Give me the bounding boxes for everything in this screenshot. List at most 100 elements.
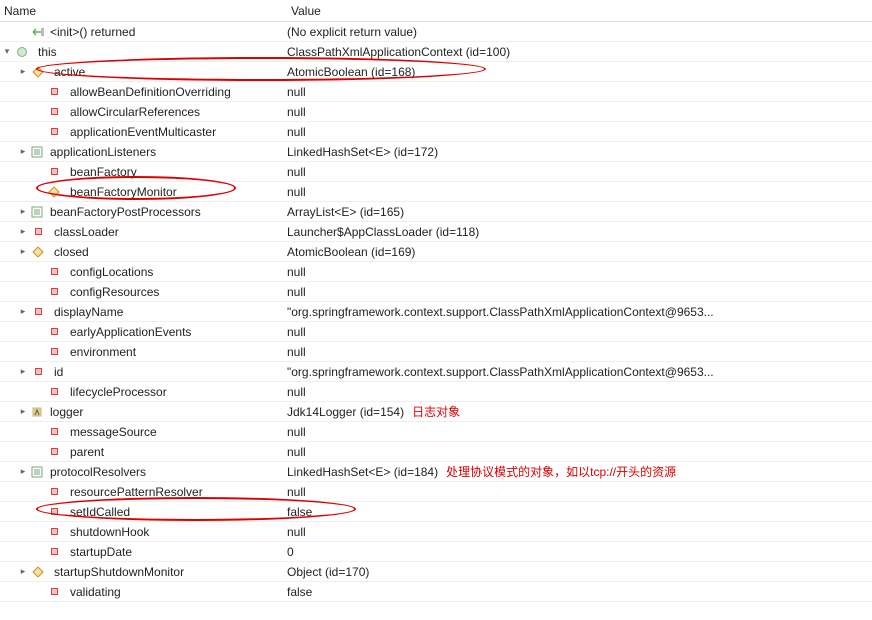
value-cell: (No explicit return value) [287,22,872,41]
variable-row[interactable]: ▸setIdCalledfalse [0,502,872,522]
variable-row[interactable]: ▸configLocationsnull [0,262,872,282]
expand-toggle-icon[interactable]: ▸ [16,226,30,237]
expand-toggle-icon[interactable]: ▸ [16,366,30,377]
variable-name: configResources [70,285,159,299]
twisty-placeholder: ▸ [16,26,30,37]
variable-row[interactable]: ▸startupDate0 [0,542,872,562]
name-cell: ▸configLocations [0,262,287,281]
variable-row[interactable]: ▸parentnull [0,442,872,462]
value-cell: null [287,522,872,541]
variable-row[interactable]: ▸allowCircularReferencesnull [0,102,872,122]
twisty-placeholder: ▸ [32,126,46,137]
name-cell: ▸shutdownHook [0,522,287,541]
variable-value: (No explicit return value) [287,25,417,39]
variable-value: null [287,525,306,539]
expand-toggle-icon[interactable]: ▸ [16,406,30,417]
variable-row[interactable]: ▸environmentnull [0,342,872,362]
name-cell: ▸<init>() returned [0,22,287,41]
name-cell: ▸ classLoader [0,222,287,241]
value-cell: 0 [287,542,872,561]
variable-value: null [287,125,306,139]
expand-toggle-icon[interactable]: ▸ [16,306,30,317]
private-field-icon [46,124,66,140]
expand-toggle-icon[interactable]: ▸ [16,146,30,157]
expand-toggle-icon[interactable]: ▸ [16,246,30,257]
variable-row[interactable]: ▸beanFactoryPostProcessorsArrayList<E> (… [0,202,872,222]
variable-row[interactable]: ▸ allowBeanDefinitionOverriding null [0,82,872,102]
twisty-placeholder: ▸ [32,286,46,297]
variable-row[interactable]: ▸ beanFactoryMonitor null [0,182,872,202]
variable-row[interactable]: ▸displayName"org.springframework.context… [0,302,872,322]
variable-value: null [287,185,306,199]
variable-row[interactable]: ▸id"org.springframework.context.support.… [0,362,872,382]
name-cell: ▸parent [0,442,287,461]
twisty-placeholder: ▸ [32,546,46,557]
collapse-toggle-icon[interactable]: ▾ [0,46,14,57]
variable-value: null [287,445,306,459]
variable-row[interactable]: ▸protocolResolversLinkedHashSet<E> (id=1… [0,462,872,482]
name-cell: ▸closed [0,242,287,261]
variable-row[interactable]: ▸lifecycleProcessornull [0,382,872,402]
collection-field-icon [30,144,46,160]
variable-row[interactable]: ▸loggerJdk14Logger (id=154)日志对象 [0,402,872,422]
variable-row[interactable]: ▸startupShutdownMonitorObject (id=170) [0,562,872,582]
column-value-header[interactable]: Value [291,4,872,18]
private-field-icon [46,384,66,400]
twisty-placeholder: ▸ [32,186,46,197]
variable-value: null [287,165,306,179]
variable-value: null [287,285,306,299]
variable-row[interactable]: ▸applicationEventMulticasternull [0,122,872,142]
name-cell: ▸earlyApplicationEvents [0,322,287,341]
column-name-header[interactable]: Name [4,4,291,18]
variable-name: allowBeanDefinitionOverriding [70,85,231,99]
variable-row[interactable]: ▸classLoaderLauncher$AppClassLoader (id=… [0,222,872,242]
name-cell: ▸startupDate [0,542,287,561]
variable-name: allowCircularReferences [70,105,200,119]
variable-value: false [287,585,312,599]
private-field-icon [46,164,66,180]
expand-toggle-icon[interactable]: ▸ [16,206,30,217]
variable-name: environment [70,345,136,359]
variable-name: beanFactoryMonitor [70,185,177,199]
private-field-icon [46,324,66,340]
private-field-icon [46,284,66,300]
variable-row[interactable]: ▸earlyApplicationEventsnull [0,322,872,342]
expand-toggle-icon[interactable]: ▸ [16,66,30,77]
value-cell: null [287,162,872,181]
variable-name: resourcePatternResolver [70,485,203,499]
variable-row[interactable]: ▸<init>() returned(No explicit return va… [0,22,872,42]
variable-row[interactable]: ▸applicationListenersLinkedHashSet<E> (i… [0,142,872,162]
value-cell: ClassPathXmlApplicationContext (id=100) [287,42,872,61]
variable-name: earlyApplicationEvents [70,325,191,339]
value-cell: "org.springframework.context.support.Cla… [287,302,872,321]
variable-name: classLoader [54,225,119,239]
value-cell: null [287,102,872,121]
variable-name: applicationListeners [50,145,156,159]
name-cell: ▸allowCircularReferences [0,102,287,121]
variable-row[interactable]: ▸closedAtomicBoolean (id=169) [0,242,872,262]
name-cell: ▸ beanFactoryMonitor [0,182,287,201]
expand-toggle-icon[interactable]: ▸ [16,566,30,577]
variable-name: setIdCalled [70,505,130,519]
variable-value: ClassPathXmlApplicationContext (id=100) [287,45,510,59]
variable-name: shutdownHook [70,525,149,539]
private-field-icon [46,504,66,520]
annotation-text: 日志对象 [412,403,460,420]
variable-row[interactable]: ▸ configResources null [0,282,872,302]
name-cell: ▸ environment [0,342,287,361]
variable-name: lifecycleProcessor [70,385,167,399]
variable-row[interactable]: ▸messageSourcenull [0,422,872,442]
variable-row[interactable]: ▾thisClassPathXmlApplicationContext (id=… [0,42,872,62]
variable-row[interactable]: ▸validatingfalse [0,582,872,602]
variable-row[interactable]: ▸activeAtomicBoolean (id=168) [0,62,872,82]
variable-row[interactable]: ▸beanFactorynull [0,162,872,182]
variable-row[interactable]: ▸resourcePatternResolvernull [0,482,872,502]
variable-value: null [287,85,306,99]
twisty-placeholder: ▸ [32,346,46,357]
variable-name: beanFactoryPostProcessors [50,205,201,219]
variable-value: null [287,485,306,499]
variable-row[interactable]: ▸shutdownHooknull [0,522,872,542]
expand-toggle-icon[interactable]: ▸ [16,466,30,477]
twisty-placeholder: ▸ [32,86,46,97]
variable-value: AtomicBoolean (id=168) [287,65,415,79]
